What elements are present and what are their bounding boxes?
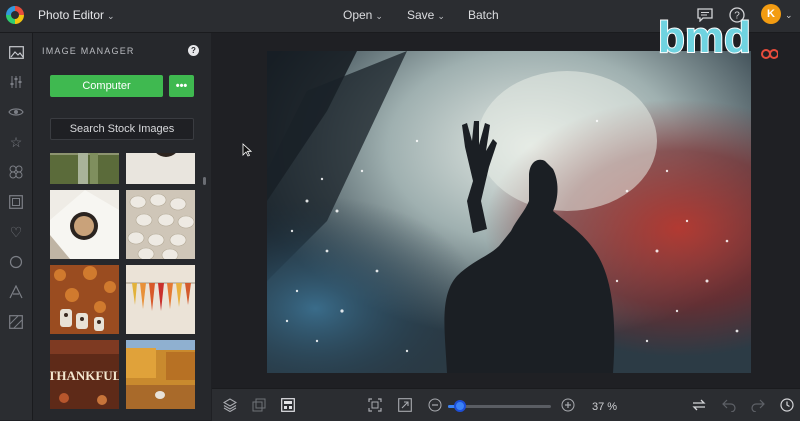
image-manager-panel: IMAGE MANAGER ? Computer ••• Search Stoc… — [33, 33, 211, 420]
redo-icon[interactable] — [749, 396, 767, 414]
swap-icon[interactable] — [690, 396, 708, 414]
image-icon[interactable] — [6, 42, 26, 62]
adjust-icon[interactable] — [6, 72, 26, 92]
thumb-autumn-park[interactable] — [126, 340, 195, 409]
gallery-icon[interactable] — [279, 396, 297, 414]
panel-title: IMAGE MANAGER — [42, 46, 135, 56]
scrollbar[interactable] — [203, 177, 206, 185]
heart-icon[interactable]: ♡ — [6, 222, 26, 242]
chevron-down-icon: ⌄ — [375, 11, 383, 21]
thumb-coffee-cup[interactable] — [50, 190, 119, 259]
eye-icon[interactable] — [6, 102, 26, 122]
zoom-level: 37 % — [592, 401, 618, 413]
thumb-colored-leaves[interactable] — [126, 265, 195, 334]
chevron-down-icon: ⌄ — [437, 11, 445, 21]
compare-icon[interactable] — [250, 396, 268, 414]
canvas-area[interactable] — [212, 33, 800, 388]
thumb-thankful[interactable]: THANKFUL — [50, 340, 122, 409]
star-icon[interactable]: ☆ — [6, 132, 26, 152]
thumbnail-grid: THANKFUL — [50, 153, 196, 420]
chevron-down-icon: ⌄ — [107, 11, 115, 21]
actual-size-icon[interactable] — [396, 396, 414, 414]
zoom-slider-handle[interactable] — [454, 400, 466, 412]
text-icon[interactable] — [6, 282, 26, 302]
undo-icon[interactable] — [720, 396, 738, 414]
open-menu[interactable]: Open ⌄ — [343, 8, 383, 22]
help-icon[interactable]: ? — [188, 45, 199, 56]
texture-icon[interactable] — [6, 312, 26, 332]
zoom-out-icon[interactable] — [426, 396, 444, 414]
app-title-menu[interactable]: Photo Editor ⌄ — [38, 8, 115, 22]
zoom-in-icon[interactable] — [559, 396, 577, 414]
batch-menu[interactable]: Batch — [468, 8, 499, 22]
zoom-slider[interactable] — [448, 400, 551, 412]
computer-button[interactable]: Computer — [50, 75, 163, 97]
app-title-label: Photo Editor — [38, 8, 105, 22]
thumb-stones[interactable] — [126, 190, 195, 262]
watermark-logo: bmd — [657, 12, 779, 63]
thumb-plant-cactus[interactable] — [50, 153, 119, 184]
thumb-autumn-leaves[interactable] — [50, 265, 119, 334]
shape-icon[interactable] — [6, 252, 26, 272]
save-menu[interactable]: Save ⌄ — [407, 8, 445, 22]
save-label: Save — [407, 8, 435, 22]
more-options-button[interactable]: ••• — [169, 75, 194, 97]
svg-text:THANKFUL: THANKFUL — [50, 368, 119, 383]
overlay-icon[interactable] — [6, 162, 26, 182]
svg-text:bmd: bmd — [658, 13, 751, 62]
app-logo[interactable] — [6, 6, 24, 24]
layers-icon[interactable] — [221, 396, 239, 414]
chevron-down-icon[interactable]: ⌄ — [785, 10, 793, 21]
fit-screen-icon[interactable] — [366, 396, 384, 414]
mouse-cursor-icon — [242, 143, 253, 162]
history-icon[interactable] — [778, 396, 796, 414]
batch-label: Batch — [468, 8, 499, 22]
tool-rail: ☆ ♡ — [0, 33, 33, 420]
photo-canvas[interactable] — [267, 51, 751, 373]
thumb-coffee-top[interactable] — [126, 153, 195, 184]
search-stock-images-button[interactable]: Search Stock Images — [50, 118, 194, 140]
frame-icon[interactable] — [6, 192, 26, 212]
open-label: Open — [343, 8, 373, 22]
